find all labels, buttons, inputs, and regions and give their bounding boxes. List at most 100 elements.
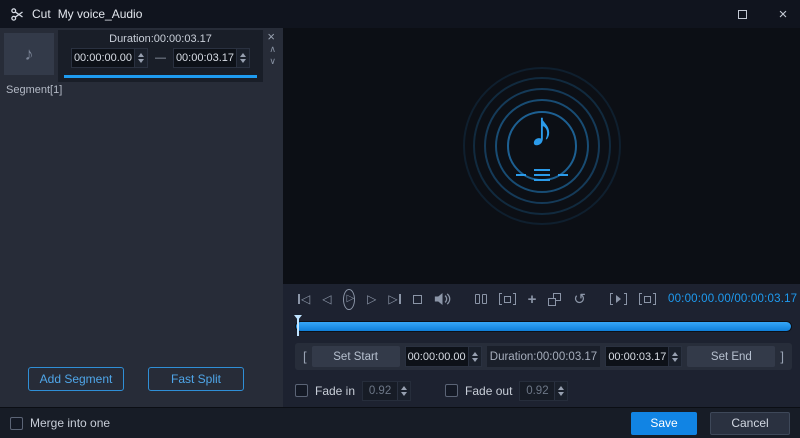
skip-to-end-button[interactable]: ▷ xyxy=(388,292,401,306)
reset-button[interactable]: ↺ xyxy=(573,292,586,307)
add-segment-button[interactable]: Add Segment xyxy=(28,367,124,391)
playhead[interactable] xyxy=(293,314,303,339)
duration-label: Duration:00:00:03.17 xyxy=(486,346,601,367)
trim-end-input[interactable] xyxy=(606,350,669,363)
stop-clip-button[interactable] xyxy=(638,293,656,305)
cancel-button[interactable]: Cancel xyxy=(710,411,790,435)
stepper-down-icon xyxy=(138,59,144,63)
fade-out-input[interactable] xyxy=(520,384,555,397)
fade-out-stepper[interactable] xyxy=(554,381,568,400)
bracket-right-icon xyxy=(512,293,516,305)
stop-clip-icon xyxy=(643,295,651,303)
stop-icon xyxy=(412,294,422,304)
trim-start-stepper[interactable] xyxy=(467,347,481,366)
segment-editor-card: Duration:00:00:03.17 — xyxy=(58,30,263,82)
bar-icon xyxy=(298,294,300,304)
segment-end-input[interactable] xyxy=(174,52,236,64)
equalizer-bars-icon xyxy=(533,168,550,181)
previous-icon: ◁ xyxy=(322,292,332,306)
segment-start-stepper[interactable] xyxy=(134,49,147,67)
fade-controls-row: Fade in Fade out xyxy=(283,374,800,407)
range-separator: — xyxy=(155,52,166,64)
fade-in-stepper[interactable] xyxy=(397,381,411,400)
stepper-down-icon xyxy=(672,357,679,362)
fade-in-checkbox[interactable] xyxy=(295,384,308,397)
reset-icon: ↺ xyxy=(573,290,586,308)
plus-icon: + xyxy=(527,290,537,308)
end-bracket: ] xyxy=(780,349,784,364)
split-button[interactable] xyxy=(474,294,487,304)
close-button[interactable]: × xyxy=(766,0,800,28)
add-segment-toolbar-button[interactable]: + xyxy=(528,292,537,307)
copy-icon xyxy=(548,292,562,306)
footer-bar: Merge into one Save Cancel xyxy=(0,407,800,438)
next-frame-button[interactable]: ▷ xyxy=(367,293,376,305)
stepper-down-icon xyxy=(240,59,246,63)
bracket-left-icon xyxy=(609,293,613,305)
move-segment-down-button[interactable]: ∨ xyxy=(269,56,276,67)
snapshot-button[interactable] xyxy=(498,293,516,305)
timeline-selection[interactable] xyxy=(296,322,791,331)
skip-start-icon: ◁ xyxy=(301,292,311,306)
fade-out-field xyxy=(519,380,569,401)
split-icon xyxy=(481,294,487,304)
skip-end-icon: ▷ xyxy=(388,292,398,306)
trim-end-stepper[interactable] xyxy=(668,347,682,366)
close-icon: × xyxy=(778,5,788,23)
speaker-icon xyxy=(434,293,450,305)
equalizer-dash-icon xyxy=(557,173,568,176)
segment-end-stepper[interactable] xyxy=(236,49,249,67)
play-button[interactable]: ▷ xyxy=(343,288,356,310)
timeline xyxy=(283,314,800,339)
segment-duration-label: Duration:00:00:03.17 xyxy=(109,33,212,45)
play-clip-button[interactable] xyxy=(609,293,627,305)
skip-to-start-button[interactable]: ◁ xyxy=(298,293,310,305)
segment-thumbnail[interactable]: ♪ xyxy=(4,33,54,75)
trim-end-field xyxy=(605,346,683,367)
segment-end-field xyxy=(173,48,250,68)
play-icon: ▷ xyxy=(346,293,355,304)
move-segment-up-button[interactable]: ∧ xyxy=(269,44,276,55)
timeline-track[interactable] xyxy=(295,321,792,332)
snapshot-icon xyxy=(503,295,511,303)
bracket-left-icon xyxy=(638,293,642,305)
bracket-left-icon xyxy=(498,293,502,305)
set-start-button[interactable]: Set Start xyxy=(311,346,400,367)
fade-out-checkbox[interactable] xyxy=(445,384,459,397)
fade-out-label: Fade out xyxy=(465,383,513,398)
copy-segment-button[interactable] xyxy=(548,292,562,306)
maximize-button[interactable] xyxy=(725,0,759,28)
trim-start-input[interactable] xyxy=(405,350,468,363)
volume-button[interactable] xyxy=(434,292,451,306)
stop-button[interactable] xyxy=(412,294,422,304)
set-end-button[interactable]: Set End xyxy=(687,346,776,367)
music-note-icon: ♪ xyxy=(529,101,554,158)
fast-split-button[interactable]: Fast Split xyxy=(148,367,244,391)
audio-visualization: ♪ xyxy=(457,61,627,231)
playhead-line-icon xyxy=(297,318,299,336)
trim-strip: [ Set Start Duration:00:00:03.17 xyxy=(295,343,792,370)
segment-time-range: — xyxy=(58,48,263,68)
trim-start-field xyxy=(404,346,482,367)
music-note-icon: ♪ xyxy=(24,43,34,64)
bar-icon xyxy=(398,294,401,304)
remove-segment-button[interactable]: × xyxy=(267,29,275,44)
stepper-up-icon xyxy=(401,385,408,390)
merge-checkbox[interactable] xyxy=(10,416,23,430)
cut-audio-dialog: Cut My voice_Audio × ♪ Duration:00:00:03… xyxy=(0,0,800,438)
next-icon: ▷ xyxy=(367,292,377,306)
fade-in-input[interactable] xyxy=(363,384,398,397)
fade-in-field xyxy=(362,380,412,401)
segment-name: Segment[1] xyxy=(6,84,63,96)
trim-controls-row: [ Set Start Duration:00:00:03.17 xyxy=(283,339,800,374)
stepper-up-icon xyxy=(672,351,679,356)
segment-actions: Add Segment Fast Split xyxy=(28,367,244,391)
segment-start-field xyxy=(71,48,148,68)
play-clip-icon xyxy=(615,295,621,303)
segment-start-input[interactable] xyxy=(72,52,134,64)
save-button[interactable]: Save xyxy=(631,411,697,435)
merge-label: Merge into one xyxy=(30,416,111,430)
start-bracket: [ xyxy=(303,349,307,364)
main-area: ♪ Duration:00:00:03.17 — xyxy=(0,28,800,407)
previous-frame-button[interactable]: ◁ xyxy=(322,293,331,305)
